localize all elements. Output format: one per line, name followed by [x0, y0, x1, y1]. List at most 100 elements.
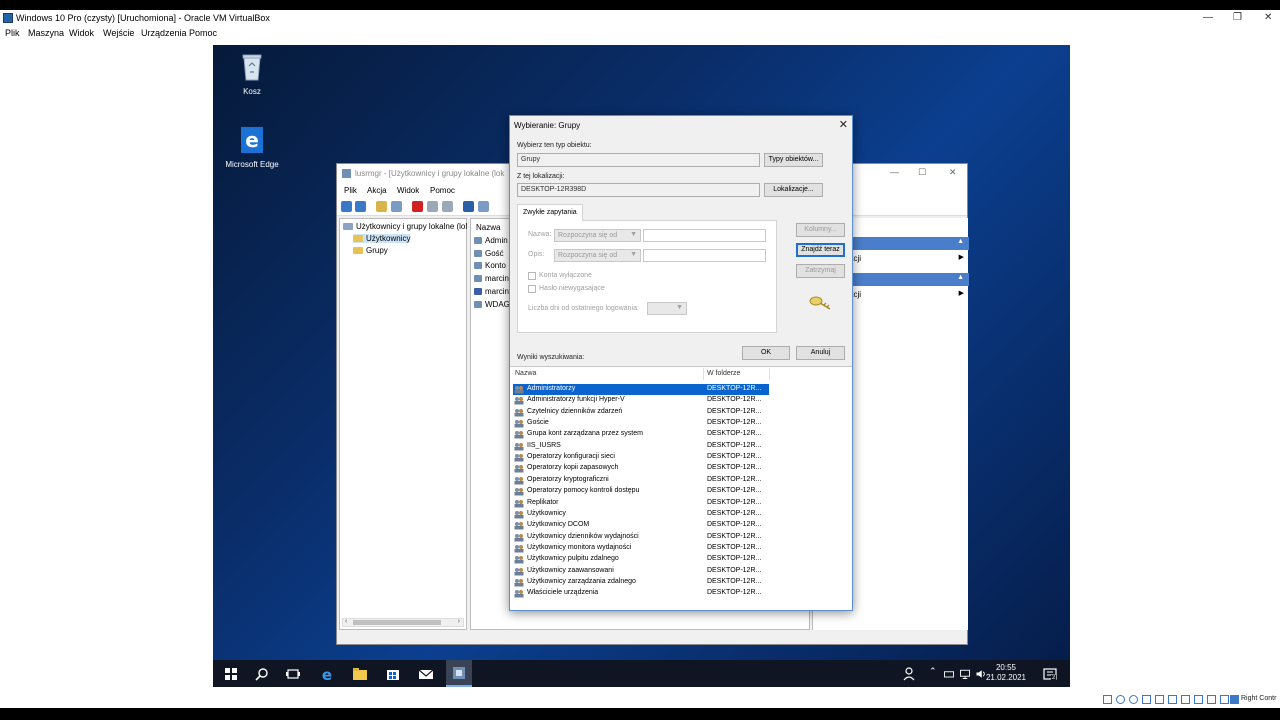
back-icon[interactable]: [341, 201, 352, 212]
menu-maszyna[interactable]: Maszyna: [28, 28, 64, 38]
show-hide-tree-icon[interactable]: [391, 201, 402, 212]
disabled-accounts-checkbox[interactable]: [528, 272, 536, 280]
tab-common-queries[interactable]: Zwykłe zapytania: [517, 204, 583, 221]
maximize-icon[interactable]: ☐: [918, 167, 926, 178]
file-explorer-icon[interactable]: [352, 666, 368, 682]
export-icon[interactable]: [442, 201, 453, 212]
menu-plik[interactable]: Plik: [344, 186, 357, 195]
scroll-thumb[interactable]: [353, 620, 441, 625]
non-expiring-password-checkbox[interactable]: [528, 285, 536, 293]
list-item[interactable]: marcin: [474, 274, 509, 283]
network-adapter-icon[interactable]: [1142, 695, 1151, 704]
properties-icon[interactable]: [427, 201, 438, 212]
column-separator[interactable]: [703, 368, 704, 380]
column-header-folder[interactable]: W folderze: [707, 370, 740, 377]
result-row[interactable]: Użytkownicy dzienników wydajności DESKTOP…: [513, 532, 769, 543]
result-row[interactable]: Użytkownicy monitora wydajności DESKTOP-1…: [513, 543, 769, 554]
search-icon[interactable]: [254, 666, 270, 682]
result-row[interactable]: Czytelnicy dzienników zdarzeń DESKTOP-12R…: [513, 407, 769, 418]
result-row[interactable]: Operatorzy kopii zapasowych DESKTOP-12R..…: [513, 463, 769, 474]
scroll-left-icon[interactable]: ‹: [345, 618, 347, 625]
result-row[interactable]: Administratorzy funkcji Hyper-V DESKTOP-1…: [513, 395, 769, 406]
column-separator[interactable]: [769, 368, 770, 380]
result-row[interactable]: IIS_IUSRS DESKTOP-12R...: [513, 441, 769, 452]
storage-icon[interactable]: [1103, 695, 1112, 704]
list-item[interactable]: Admin: [474, 236, 508, 245]
tree-root[interactable]: Użytkownicy i grupy lokalne (lol: [343, 222, 467, 231]
list-header-name[interactable]: Nazwa: [476, 223, 500, 232]
list-item[interactable]: WDAG: [474, 300, 510, 309]
result-row[interactable]: Replikator DESKTOP-12R...: [513, 498, 769, 509]
minimize-icon[interactable]: —: [1203, 12, 1213, 23]
usb-icon[interactable]: [1155, 695, 1164, 704]
forward-icon[interactable]: [355, 201, 366, 212]
close-icon[interactable]: ✕: [1264, 12, 1272, 23]
list-item[interactable]: Gość: [474, 249, 504, 258]
collapse-icon[interactable]: ▲: [957, 238, 964, 245]
restore-icon[interactable]: ❐: [1233, 12, 1242, 23]
network-icon[interactable]: [959, 666, 971, 682]
result-row[interactable]: Operatorzy kryptograficzni DESKTOP-12R...: [513, 475, 769, 486]
days-select[interactable]: ▼: [647, 302, 687, 315]
columns-button[interactable]: Kolumny...: [796, 223, 845, 237]
result-row[interactable]: Goście DESKTOP-12R...: [513, 418, 769, 429]
task-view-icon[interactable]: [285, 666, 301, 682]
description-input[interactable]: [643, 249, 766, 262]
scroll-right-icon[interactable]: ›: [458, 618, 460, 625]
object-types-button[interactable]: Typy obiektów...: [764, 153, 823, 167]
virtualization-icon[interactable]: [1207, 695, 1216, 704]
locations-button[interactable]: Lokalizacje...: [764, 183, 823, 197]
result-row[interactable]: Operatorzy pomocy kontroli dostępu DESKTO…: [513, 486, 769, 497]
chevron-up-icon[interactable]: ⌃: [929, 666, 937, 677]
result-row[interactable]: Użytkownicy pulpitu zdalnego DESKTOP-12R.…: [513, 554, 769, 565]
audio-icon[interactable]: [1129, 695, 1138, 704]
minimize-icon[interactable]: —: [890, 167, 899, 177]
stop-button[interactable]: Zatrzymaj: [796, 264, 845, 278]
tree-item-groups[interactable]: Grupy: [353, 246, 388, 255]
menu-widok[interactable]: Widok: [397, 186, 419, 195]
devices-icon[interactable]: [943, 666, 955, 682]
result-row[interactable]: Właściciele urządzenia DESKTOP-12R...: [513, 588, 769, 599]
view-icon[interactable]: [478, 201, 489, 212]
result-row[interactable]: Operatorzy konfiguracji sieci DESKTOP-12R…: [513, 452, 769, 463]
desktop-icon-recycle-bin[interactable]: Kosz: [222, 52, 282, 96]
mail-icon[interactable]: [418, 666, 434, 682]
find-now-button[interactable]: Znajdź teraz: [796, 243, 845, 257]
delete-icon[interactable]: [412, 201, 423, 212]
column-header-name[interactable]: Nazwa: [515, 370, 536, 377]
ok-button[interactable]: OK: [742, 346, 790, 360]
people-icon[interactable]: [902, 666, 918, 682]
help-icon[interactable]: [463, 201, 474, 212]
close-icon[interactable]: ✕: [949, 167, 957, 178]
result-row[interactable]: Użytkownicy zarządzania zdalnego DESKTOP-…: [513, 577, 769, 588]
name-input[interactable]: [643, 229, 766, 242]
display-icon[interactable]: [1181, 695, 1190, 704]
collapse-icon[interactable]: ▲: [957, 274, 964, 281]
cancel-button[interactable]: Anuluj: [796, 346, 845, 360]
location-field[interactable]: DESKTOP-12R398D: [517, 183, 760, 197]
vm-screen[interactable]: Kosz e Microsoft Edge lusrmgr - [Użytkow…: [213, 45, 1070, 687]
lusrmgr-taskbar-button[interactable]: [446, 660, 472, 687]
object-type-field[interactable]: Grupy: [517, 153, 760, 167]
close-icon[interactable]: ✕: [839, 118, 848, 131]
edge-taskbar-icon[interactable]: e: [319, 666, 335, 682]
menu-pomoc[interactable]: Pomoc: [430, 186, 455, 195]
windows-start-icon[interactable]: [223, 666, 239, 682]
desktop-icon-edge[interactable]: e Microsoft Edge: [222, 125, 282, 169]
result-row[interactable]: Użytkownicy DESKTOP-12R...: [513, 509, 769, 520]
optical-drive-icon[interactable]: [1116, 695, 1125, 704]
result-row[interactable]: Grupa kont zarządzana przez system DESKTO…: [513, 429, 769, 440]
name-mode-select[interactable]: Rozpoczyna się od ▼: [554, 229, 641, 242]
menu-wejscie[interactable]: Wejście: [103, 28, 134, 38]
tree-hscrollbar[interactable]: ‹ ›: [342, 618, 464, 627]
mouse-integration-icon[interactable]: [1220, 695, 1229, 704]
result-row[interactable]: Administratorzy DESKTOP-12R...: [513, 384, 769, 395]
result-row[interactable]: Użytkownicy zaawansowani DESKTOP-12R...: [513, 566, 769, 577]
recording-icon[interactable]: [1194, 695, 1203, 704]
list-item[interactable]: marcin: [474, 287, 509, 296]
menu-plik[interactable]: Plik: [5, 28, 20, 38]
menu-widok[interactable]: Widok: [69, 28, 94, 38]
menu-akcja[interactable]: Akcja: [367, 186, 387, 195]
list-item[interactable]: Konto: [474, 261, 506, 270]
up-folder-icon[interactable]: [376, 201, 387, 212]
